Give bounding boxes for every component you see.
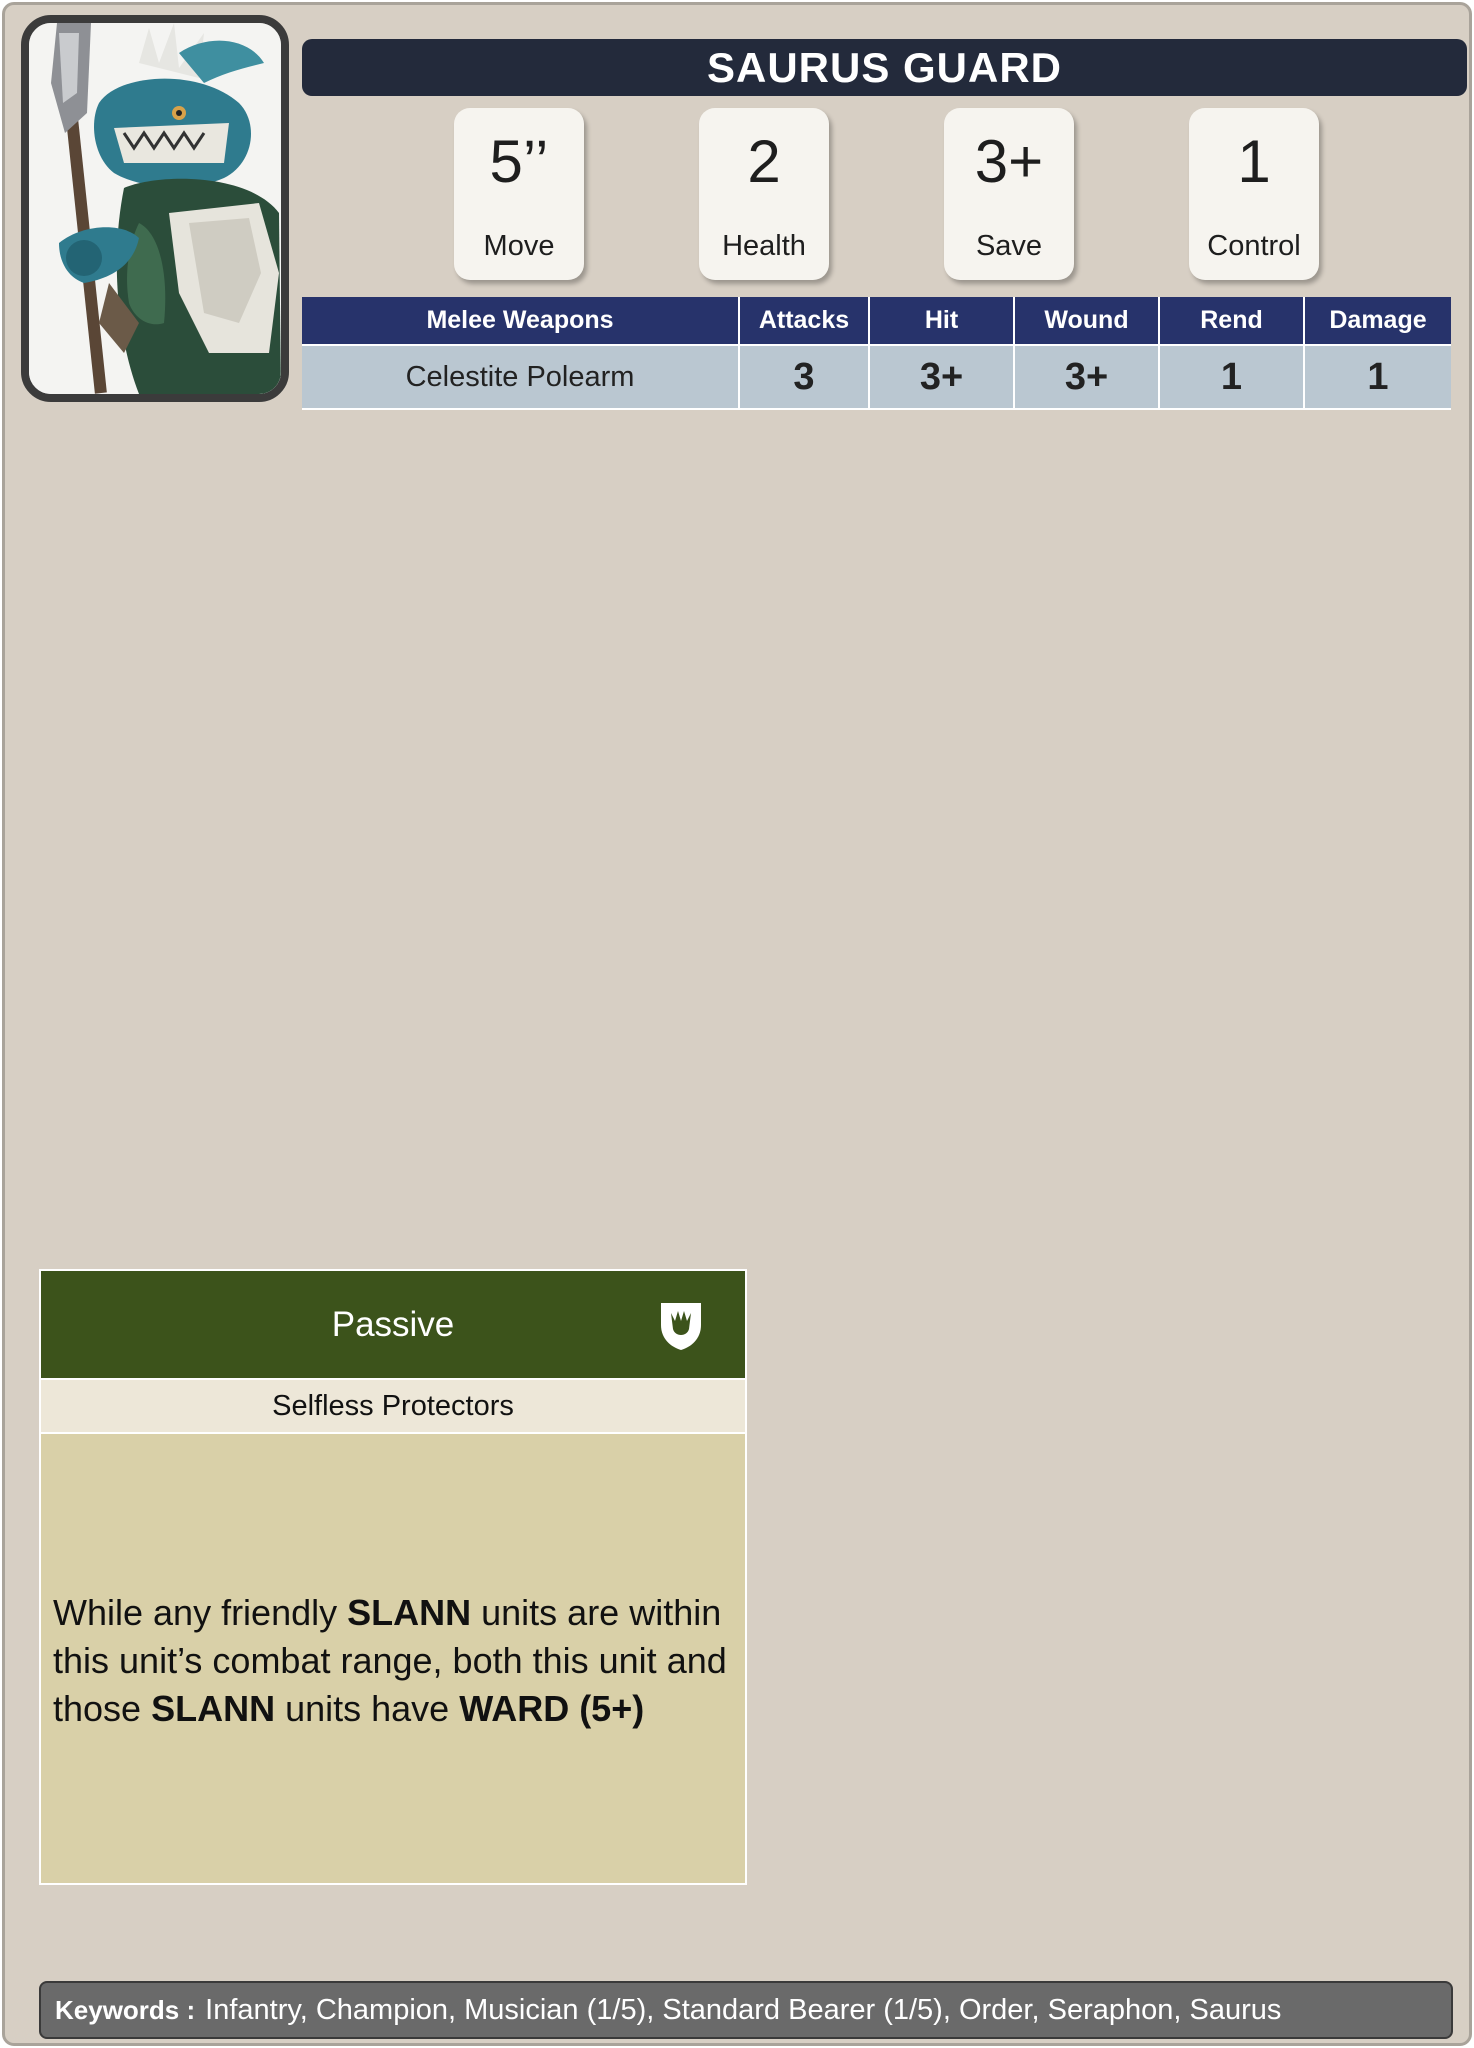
unit-title: SAURUS GUARD [302, 39, 1467, 96]
table-row: Celestite Polearm 3 3+ 3+ 1 1 [302, 345, 1451, 410]
stat-control: 1 Control [1189, 108, 1319, 280]
ability-type: Passive [331, 1304, 455, 1344]
ability-keyword-slann-1: SLANN [347, 1592, 472, 1633]
stat-control-label: Control [1207, 230, 1301, 262]
header-attacks: Attacks [739, 297, 870, 346]
weapon-name: Celestite Polearm [302, 345, 740, 410]
header-damage: Damage [1304, 297, 1451, 346]
shield-icon [661, 1303, 701, 1350]
stat-move: 5’’ Move [454, 108, 584, 280]
ability-keyword-slann-2: SLANN [151, 1688, 276, 1729]
stat-move-label: Move [483, 230, 555, 262]
weapon-damage: 1 [1304, 345, 1451, 410]
stat-save-value: 3+ [974, 128, 1044, 195]
ability-keyword-ward: WARD (5+) [459, 1688, 645, 1729]
weapon-hit: 3+ [869, 345, 1015, 410]
ability-description: While any friendly SLANN units are withi… [53, 1589, 737, 1733]
header-melee-weapons: Melee Weapons [302, 297, 740, 346]
header-rend: Rend [1159, 297, 1305, 346]
weapon-attacks: 3 [739, 345, 870, 410]
keywords-bar: Keywords : Infantry, Champion, Musician … [39, 1981, 1453, 2039]
stat-save: 3+ Save [944, 108, 1074, 280]
ability-text-1: While any friendly [53, 1592, 348, 1633]
ability-name: Selfless Protectors [41, 1378, 745, 1434]
ability-header: Passive [41, 1271, 745, 1378]
table-header-row: Melee Weapons Attacks Hit Wound Rend Dam… [302, 297, 1451, 346]
ability-card: Passive Selfless Protectors While any fr… [39, 1269, 747, 1885]
header-wound: Wound [1014, 297, 1160, 346]
stat-health: 2 Health [699, 108, 829, 280]
header-hit: Hit [869, 297, 1015, 346]
weapon-rend: 1 [1159, 345, 1305, 410]
melee-weapons-table: Melee Weapons Attacks Hit Wound Rend Dam… [302, 297, 1451, 410]
saurus-miniature-image [29, 23, 281, 394]
stat-save-label: Save [975, 230, 1043, 262]
ability-text-3: units have [275, 1688, 460, 1729]
keywords-value: Infantry, Champion, Musician (1/5), Stan… [205, 1993, 1282, 2026]
warscroll-card: SAURUS GUARD 5’’ Move 2 Health 3+ Save 1… [2, 2, 1472, 2046]
weapon-wound: 3+ [1014, 345, 1160, 410]
stat-control-value: 1 [1237, 128, 1271, 195]
unit-portrait [21, 15, 289, 402]
keywords-label: Keywords : [55, 1994, 196, 2025]
stat-health-value: 2 [747, 128, 781, 195]
stat-move-value: 5’’ [489, 128, 549, 195]
stat-health-label: Health [722, 230, 806, 262]
